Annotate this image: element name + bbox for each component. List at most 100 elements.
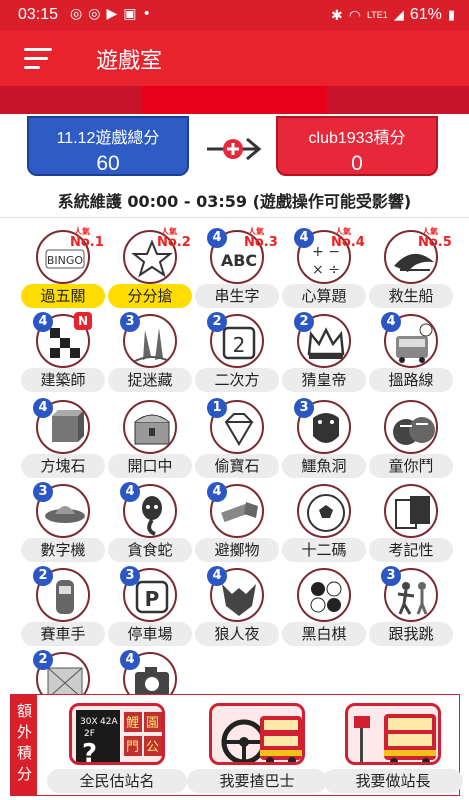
svg-text:?: ? (82, 739, 97, 765)
game-name: 跟我跳 (369, 622, 453, 646)
game-tile[interactable]: P 3 停車場 (107, 564, 193, 648)
club-points-value: 0 (351, 152, 363, 175)
popularity-rank: No.2 (157, 235, 191, 250)
svg-text:P: P (145, 587, 160, 611)
network-label: LTE1 (366, 10, 388, 20)
popularity-badge: 人氣 No.5 (418, 228, 452, 250)
game-tile[interactable]: 4 N 建築師 (20, 310, 106, 394)
game-tile[interactable]: 4 方塊石 (20, 396, 106, 480)
game-tile[interactable]: 4 狼人夜 (194, 564, 280, 648)
game-name: 十二碼 (282, 538, 366, 562)
bonus-item-guess-station[interactable]: 30X 42A 2F ? 鯉 園 門 公 全民估站名 (47, 701, 187, 793)
game-tile[interactable]: 3 捉迷藏 (107, 310, 193, 394)
game-tile[interactable]: + − × ÷ 4 人氣 No.4 心算題 (281, 226, 367, 310)
game-name: 考記性 (369, 538, 453, 562)
game-name: 偷寶石 (195, 454, 279, 478)
convert-arrow-icon[interactable] (205, 134, 263, 164)
game-tile[interactable]: 2 2 二次方 (194, 310, 280, 394)
menu-icon[interactable] (24, 48, 52, 70)
game-name: 停車場 (108, 622, 192, 646)
game-tile[interactable]: 4 搵路線 (368, 310, 454, 394)
game-name: 搵路線 (369, 368, 453, 392)
tab-active[interactable] (142, 86, 327, 114)
level-badge: 4 (33, 398, 53, 418)
game-tile[interactable]: 3 數字機 (20, 480, 106, 564)
game-name: 猜皇帝 (282, 368, 366, 392)
level-badge: 4 (120, 650, 140, 670)
bonus-item-label: 全民估站名 (47, 769, 187, 793)
game-name: 鱷魚洞 (282, 454, 366, 478)
club-points-card[interactable]: club1933積分 0 (276, 116, 438, 176)
game-tile[interactable]: 十二碼 (281, 480, 367, 564)
game-tile[interactable]: 2 賽車手 (20, 564, 106, 648)
game-name: 貪食蛇 (108, 538, 192, 562)
level-badge: 4 (120, 482, 140, 502)
popularity-rank: No.3 (244, 235, 278, 250)
bonus-item-label: 我要做站長 (323, 769, 463, 793)
game-name: 數字機 (21, 538, 105, 562)
level-badge: 2 (33, 650, 53, 670)
wifi-icon: ◠ (348, 6, 361, 23)
level-badge: 4 (294, 228, 314, 248)
dot-icon: • (142, 6, 151, 22)
battery-icon: ▮ (447, 7, 455, 22)
game-tile[interactable]: 1 偷寶石 (194, 396, 280, 480)
popularity-badge: 人氣 No.3 (244, 228, 278, 250)
game-tile[interactable]: 人氣 No.2 分分搶 (107, 226, 193, 310)
game-tile[interactable]: 人氣 No.5 救生船 (368, 226, 454, 310)
tiger-icon (384, 400, 438, 454)
popularity-rank: No.5 (418, 235, 452, 250)
level-badge: 4 (207, 566, 227, 586)
game-tile[interactable]: 4 貪食蛇 (107, 480, 193, 564)
whatsapp-icon: ◎ (70, 6, 83, 22)
level-badge: 2 (207, 312, 227, 332)
popularity-rank: No.1 (70, 235, 104, 250)
game-total-card[interactable]: 11.12遊戲總分 60 (27, 116, 189, 176)
signal-icon: ◢ (393, 7, 404, 22)
game-name: 方塊石 (21, 454, 105, 478)
game-tile[interactable]: ABC 4 人氣 No.3 串生字 (194, 226, 280, 310)
bluetooth-icon: ✱ (331, 6, 343, 23)
bus-stop-icon (345, 703, 441, 765)
game-name: 串生字 (195, 284, 279, 308)
reversi-icon (297, 568, 351, 622)
game-name: 心算題 (282, 284, 366, 308)
game-tile[interactable]: 黑白棋 (281, 564, 367, 648)
game-tile[interactable]: BINGO 人氣 No.1 過五關 (20, 226, 106, 310)
game-name: 建築師 (21, 368, 105, 392)
popularity-rank: No.4 (331, 235, 365, 250)
game-name: 救生船 (369, 284, 453, 308)
level-badge: 3 (381, 566, 401, 586)
game-tile[interactable]: 考記性 (368, 480, 454, 564)
game-name: 捉迷藏 (108, 368, 192, 392)
game-tile[interactable]: 2 猜皇帝 (281, 310, 367, 394)
sign-char-1: 鯉 (126, 716, 139, 731)
level-badge: 1 (207, 398, 227, 418)
club-points-label: club1933積分 (308, 130, 406, 147)
sign-char-4: 公 (146, 740, 159, 755)
chest-icon (123, 400, 177, 454)
game-tile[interactable]: 開口中 (107, 396, 193, 480)
game-total-label: 11.12遊戲總分 (56, 130, 160, 147)
bonus-item-station-master[interactable]: 我要做站長 (323, 701, 463, 793)
svg-text:2: 2 (233, 333, 246, 357)
game-tile[interactable]: 3 鱷魚洞 (281, 396, 367, 480)
level-badge: 2 (33, 566, 53, 586)
bus-wheel-icon (209, 703, 305, 765)
game-total-value: 60 (96, 152, 120, 175)
status-time: 03:15 (18, 6, 59, 23)
game-tile[interactable]: 4 避擲物 (194, 480, 280, 564)
game-name: 賽車手 (21, 622, 105, 646)
game-tile[interactable]: 3 跟我跳 (368, 564, 454, 648)
notification-icons: ◎ ◎ ▶ ▣ • (70, 6, 151, 22)
youtube-icon: ▶ (106, 6, 118, 22)
bonus-item-drive-bus[interactable]: 我要揸巴士 (187, 701, 327, 793)
svg-text:× ÷: × ÷ (312, 262, 340, 278)
level-badge: 3 (120, 566, 140, 586)
level-badge: 4 (207, 228, 227, 248)
status-bar: 03:15 ◎ ◎ ▶ ▣ • ✱ ◠ LTE1 ◢ 61% ▮ (0, 0, 469, 30)
game-tile[interactable]: 童你鬥 (368, 396, 454, 480)
level-badge: 3 (120, 312, 140, 332)
whatsapp-icon-2: ◎ (88, 6, 101, 22)
sign-route-3: 2F (84, 729, 95, 739)
